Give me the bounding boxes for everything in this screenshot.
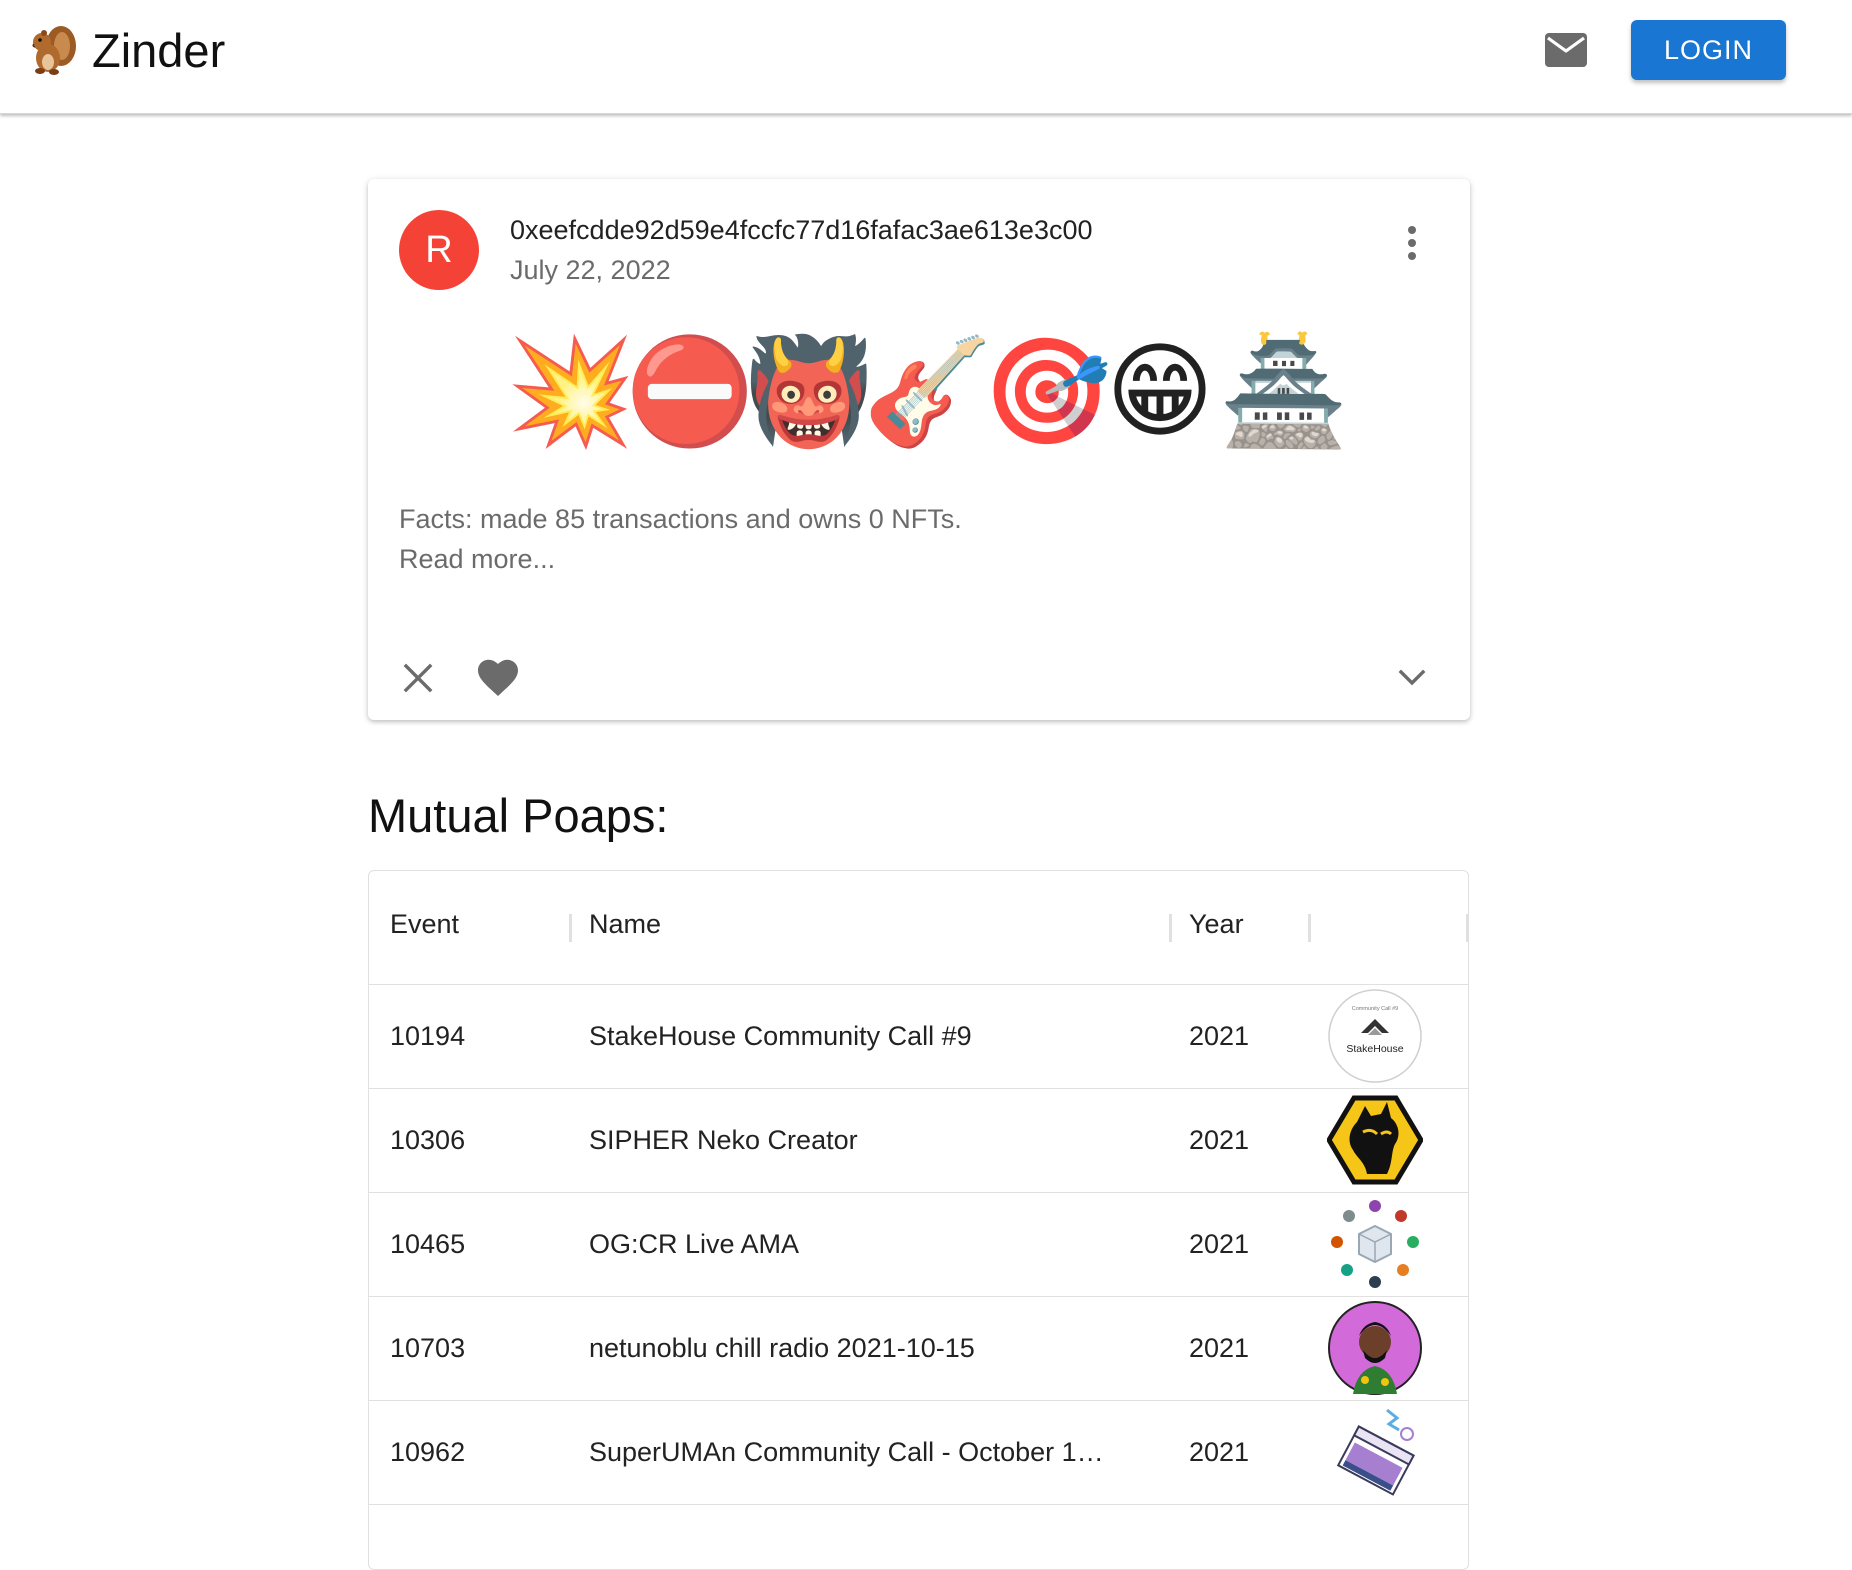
table-row[interactable]: 10703 netunoblu chill radio 2021-10-15 2… <box>369 1297 1468 1401</box>
close-icon <box>403 663 433 693</box>
brand-home-link[interactable]: Zinder <box>28 22 225 78</box>
event-id: 10703 <box>390 1333 466 1363</box>
mail-icon <box>1545 33 1587 67</box>
event-year: 2021 <box>1189 1125 1250 1155</box>
superuman-badge <box>1336 1408 1415 1496</box>
chevron-down-icon <box>1398 669 1426 686</box>
expand-button[interactable] <box>1385 651 1439 705</box>
column-separator[interactable] <box>1169 914 1172 942</box>
sipher-neko-badge <box>1327 1095 1423 1185</box>
event-id: 10962 <box>390 1437 466 1467</box>
brand-name: Zinder <box>92 23 226 77</box>
profile-card: R 0xeefcdde92d59e4fccfc77d16fafac3ae613e… <box>368 179 1470 720</box>
login-button[interactable]: LOGIN <box>1631 20 1786 80</box>
emoji-signature: 💥 ⛔ 👹 🎸 🎯 😁 🏯 <box>506 327 1349 457</box>
column-separator[interactable] <box>1466 914 1468 942</box>
event-name: SIPHER Neko Creator <box>589 1125 858 1155</box>
dislike-button[interactable] <box>391 651 445 705</box>
like-button[interactable] <box>471 651 525 705</box>
event-name: StakeHouse Community Call #9 <box>589 1021 972 1051</box>
app-bar: Zinder LOGIN <box>0 0 1852 114</box>
table-row[interactable]: 10962 SuperUMAn Community Call - October… <box>369 1401 1468 1505</box>
facts-text: Facts: made 85 transactions and owns 0 N… <box>399 499 962 579</box>
column-header-name[interactable]: Name <box>589 909 661 940</box>
table-row[interactable] <box>369 1505 1468 1569</box>
column-header-event[interactable]: Event <box>390 909 459 940</box>
table-row[interactable]: 10306 SIPHER Neko Creator 2021 <box>369 1089 1468 1193</box>
profile-date: July 22, 2022 <box>510 255 671 285</box>
column-separator[interactable] <box>569 914 572 942</box>
event-year: 2021 <box>1189 1229 1250 1259</box>
event-name: netunoblu chill radio 2021-10-15 <box>589 1333 975 1363</box>
table-header: Event Name Year <box>369 871 1468 985</box>
mail-button[interactable] <box>1536 24 1596 76</box>
event-year: 2021 <box>1189 1437 1250 1467</box>
column-header-year[interactable]: Year <box>1189 909 1244 940</box>
event-name: OG:CR Live AMA <box>589 1229 800 1259</box>
ogre-emoji: 👹 <box>744 334 874 450</box>
castle-emoji: 🏯 <box>1219 334 1349 450</box>
collision-emoji: 💥 <box>506 334 636 450</box>
guitar-emoji: 🎸 <box>863 334 993 450</box>
chipmunk-icon <box>32 26 76 75</box>
event-id: 10465 <box>390 1229 466 1259</box>
avatar: R <box>399 210 479 290</box>
wallet-address: 0xeefcdde92d59e4fccfc77d16fafac3ae613e3c… <box>510 215 1093 245</box>
poaps-table: Event Name Year 10194 StakeHouse Communi… <box>368 870 1469 1570</box>
event-year: 2021 <box>1189 1021 1250 1051</box>
badge-text: StakeHouse <box>1346 1043 1403 1055</box>
more-options-button[interactable] <box>1388 219 1436 267</box>
event-id: 10194 <box>390 1021 466 1051</box>
event-id: 10306 <box>390 1125 466 1155</box>
badge-subtext: Community Call #9 <box>1352 1006 1398 1012</box>
no-entry-emoji: ⛔ <box>625 334 755 450</box>
ogcr-badge <box>1331 1200 1419 1288</box>
table-row[interactable]: 10194 StakeHouse Community Call #9 2021 … <box>369 985 1468 1089</box>
read-more-link[interactable]: Read more... <box>399 539 962 579</box>
stakehouse-badge: Community Call #9 StakeHouse <box>1328 989 1422 1083</box>
event-year: 2021 <box>1189 1333 1250 1363</box>
direct-hit-emoji: 🎯 <box>982 334 1112 450</box>
table-row[interactable]: 10465 OG:CR Live AMA 2021 <box>369 1193 1468 1297</box>
facts-line: Facts: made 85 transactions and owns 0 N… <box>399 504 962 534</box>
event-name: SuperUMAn Community Call - October 1… <box>589 1437 1104 1467</box>
grinning-face-emoji: 😁 <box>1105 334 1215 450</box>
netunoblu-badge <box>1328 1301 1422 1395</box>
column-separator[interactable] <box>1308 914 1311 942</box>
more-vert-icon <box>1408 226 1416 260</box>
heart-icon <box>478 659 518 696</box>
mutual-poaps-title: Mutual Poaps: <box>368 789 669 842</box>
